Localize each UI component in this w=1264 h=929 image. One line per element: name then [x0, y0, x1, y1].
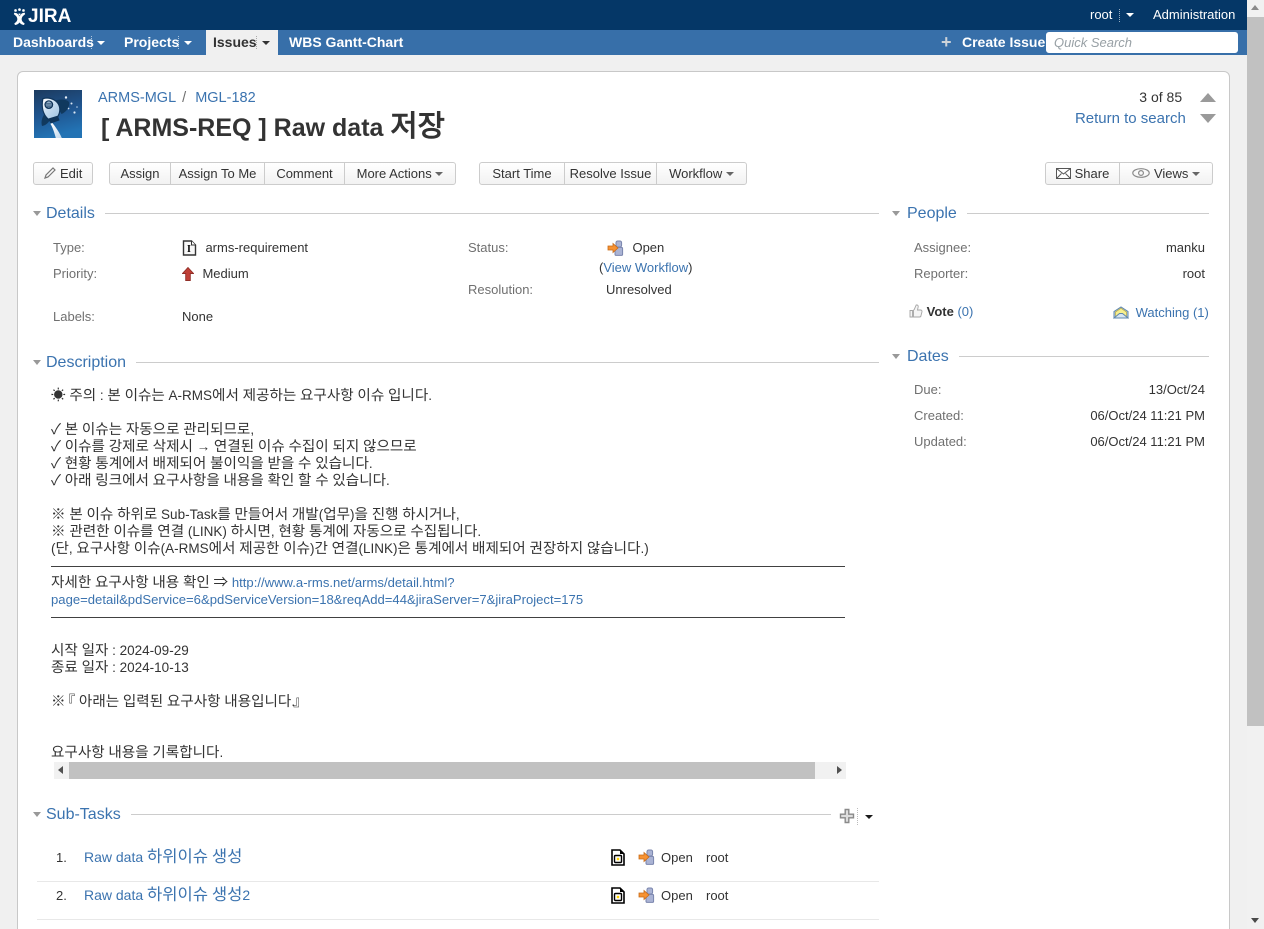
svg-text:I: I: [187, 244, 191, 255]
